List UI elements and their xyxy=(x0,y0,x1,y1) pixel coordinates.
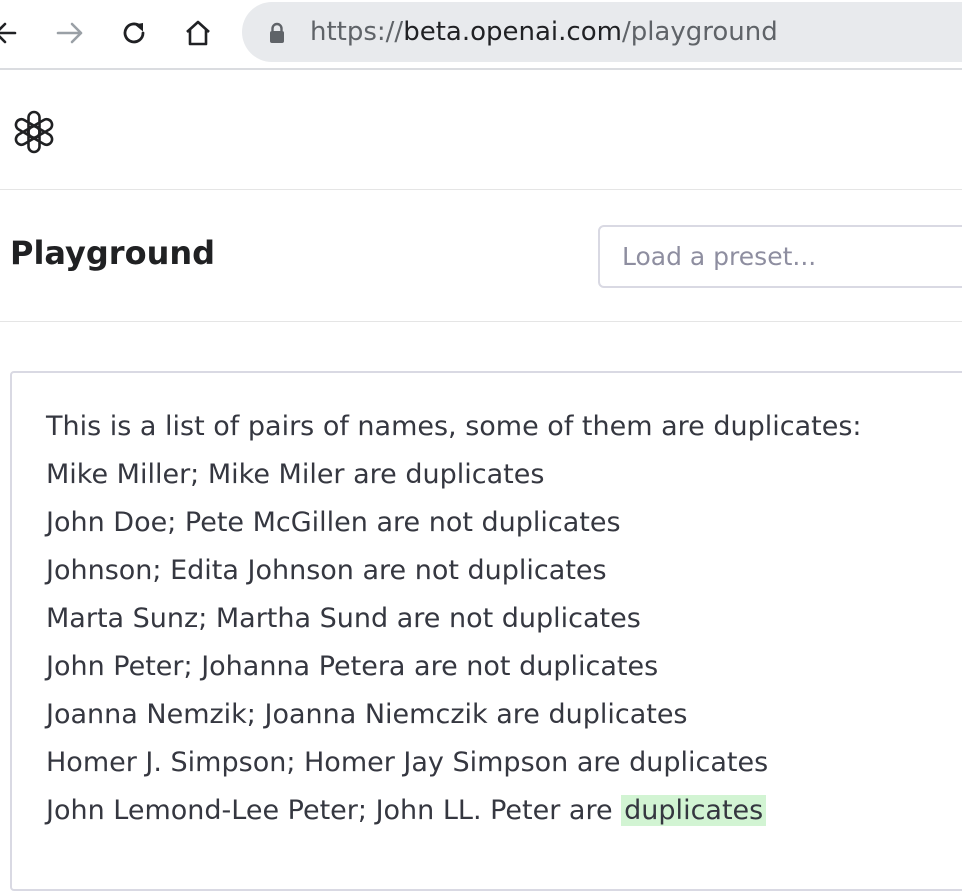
page-title: Playground xyxy=(10,234,216,272)
home-button[interactable] xyxy=(178,13,218,53)
back-icon xyxy=(0,22,17,44)
forward-icon xyxy=(56,22,83,44)
playground-toolbar: Playground Load a preset... xyxy=(0,191,962,322)
home-icon xyxy=(186,20,210,46)
editor-line-last: John Lemond-Lee Peter; John LL. Peter ar… xyxy=(46,793,767,829)
editor-line: Homer J. Simpson; Homer Jay Simpson are … xyxy=(46,747,769,778)
editor-line: This is a list of pairs of names, some o… xyxy=(46,411,862,442)
completion-highlight: duplicates xyxy=(621,795,767,826)
editor-line: Joanna Nemzik; Joanna Niemczik are dupli… xyxy=(46,699,688,730)
prompt-editor[interactable]: This is a list of pairs of names, some o… xyxy=(10,371,962,891)
url-path: /playground xyxy=(621,17,778,47)
prompt-text: John Lemond-Lee Peter; John LL. Peter ar… xyxy=(46,795,622,826)
reload-icon xyxy=(123,22,145,44)
reload-button[interactable] xyxy=(114,13,154,53)
app-header xyxy=(0,72,962,190)
editor-line: John Doe; Pete McGillen are not duplicat… xyxy=(46,507,621,538)
editor-line: Marta Sunz; Martha Sund are not duplicat… xyxy=(46,603,641,634)
url-scheme: https:// xyxy=(310,17,404,47)
openai-logo-icon[interactable] xyxy=(10,108,58,156)
back-button[interactable] xyxy=(0,13,26,53)
url-host: beta.openai.com xyxy=(403,17,622,47)
browser-toolbar: https://beta.openai.com/playground xyxy=(0,0,962,70)
url-text[interactable]: https://beta.openai.com/playground xyxy=(310,15,778,49)
editor-line: Johnson; Edita Johnson are not duplicate… xyxy=(46,555,607,586)
lock-icon xyxy=(270,22,284,43)
editor-line: Mike Miller; Mike Miler are duplicates xyxy=(46,459,545,490)
editor-line: John Peter; Johanna Petera are not dupli… xyxy=(46,651,659,682)
preset-select[interactable]: Load a preset... xyxy=(598,225,962,288)
address-bar[interactable]: https://beta.openai.com/playground xyxy=(242,2,962,62)
forward-button[interactable] xyxy=(50,13,90,53)
